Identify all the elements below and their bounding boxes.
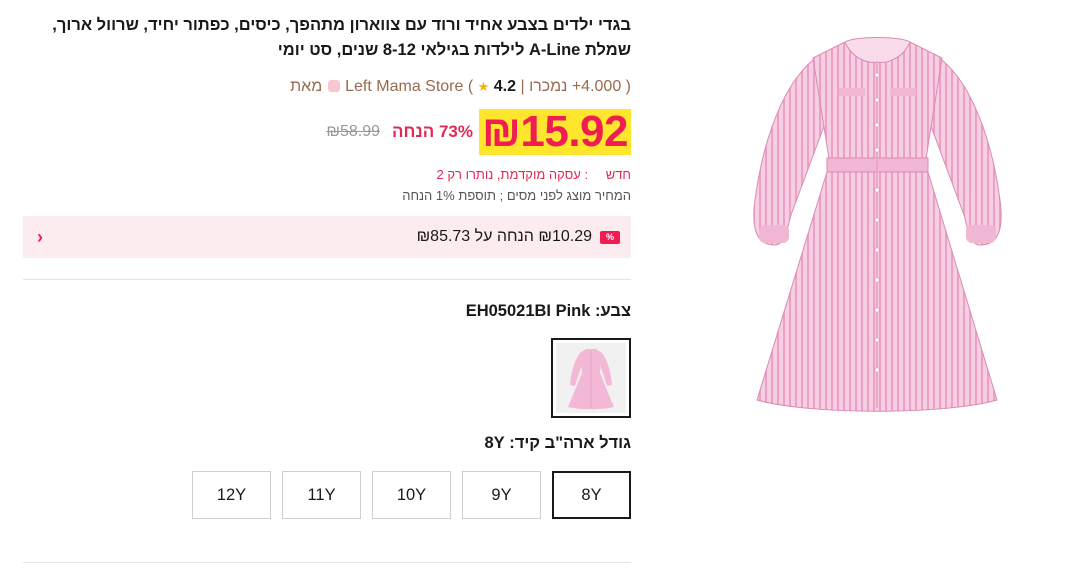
size-option-9y[interactable]: 9Y xyxy=(462,471,541,519)
store-info: ( 4.000+ נמכרו | 4.2 ★ ) Left Mama Store… xyxy=(23,77,631,97)
chevron-left-icon[interactable]: ‹ xyxy=(37,227,43,248)
original-price: ₪58.99 xyxy=(326,123,381,140)
color-label-text: צבע: xyxy=(595,302,631,320)
store-sold-close-paren: ) xyxy=(467,78,474,95)
coupon-icon: % xyxy=(600,230,620,244)
store-from-label: מאת xyxy=(290,78,323,95)
coupon-bar[interactable]: % ₪10.29 הנחה על ₪85.73 ‹ xyxy=(23,216,631,258)
deal-line: חדש : עסקה מוקדמת, נותרו רק 2 xyxy=(23,167,631,182)
size-label: גודל ארה"ב קיד: 8Y xyxy=(23,434,631,453)
dress-illustration xyxy=(753,37,1002,412)
coupon-content: % ₪10.29 הנחה על ₪85.73 xyxy=(417,228,620,246)
tax-note: המחיר מוצג לפני מסים ; תוספת 1% הנחה xyxy=(402,188,631,203)
discount-badge: 73% הנחה xyxy=(392,122,473,141)
store-bag-icon xyxy=(327,80,340,92)
size-option-12y[interactable]: 12Y xyxy=(192,471,271,519)
size-option-10y[interactable]: 10Y xyxy=(372,471,451,519)
product-title: בגדי ילדים בצבע אחיד ורוד עם צווארון מתה… xyxy=(52,16,631,59)
color-swatch-pink[interactable] xyxy=(551,338,631,418)
bottom-divider xyxy=(23,562,631,563)
size-label-text: גודל ארה"ב קיד: xyxy=(509,434,631,452)
deal-text-value: עסקה מוקדמת, נותרו רק 2 xyxy=(436,167,581,182)
price-row: ₪15.92 73% הנחה ₪58.99 xyxy=(23,109,631,155)
section-divider xyxy=(23,279,631,280)
store-name[interactable]: Left Mama Store xyxy=(345,78,463,95)
coupon-text: ₪10.29 הנחה על ₪85.73 xyxy=(416,228,592,245)
store-rating: 4.2 xyxy=(493,78,516,95)
store-separator: | xyxy=(520,78,525,95)
size-options: 8Y 9Y 10Y 11Y 12Y xyxy=(23,471,631,519)
color-label: צבע: EH05021BI Pink xyxy=(23,302,631,321)
product-main-image[interactable] xyxy=(735,30,1020,425)
store-sold-count: 4.000+ נמכרו xyxy=(529,78,622,95)
store-sold-open-paren: ( xyxy=(625,78,631,95)
deal-text: : עסקה מוקדמת, נותרו רק 2 xyxy=(436,167,589,182)
color-value: EH05021BI Pink xyxy=(465,302,591,320)
size-option-8y[interactable]: 8Y xyxy=(552,471,631,519)
size-selected-value: 8Y xyxy=(484,434,505,452)
new-tag: חדש xyxy=(605,167,631,182)
dress-thumbnail-icon xyxy=(556,343,626,413)
star-icon: ★ xyxy=(477,79,490,94)
product-info-panel: בגדי ילדים בצבע אחיד ורוד עם צווארון מתה… xyxy=(23,0,631,563)
size-option-11y[interactable]: 11Y xyxy=(282,471,361,519)
current-price: ₪15.92 xyxy=(479,109,631,155)
